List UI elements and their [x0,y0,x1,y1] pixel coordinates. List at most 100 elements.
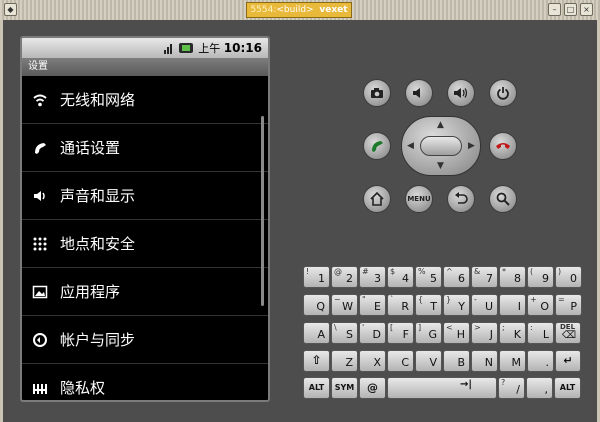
key-char: F [402,328,409,341]
camera-button[interactable] [363,79,391,107]
key-row2-6[interactable]: -U [471,294,498,316]
settings-item-accounts[interactable]: 帐户与同步 [22,316,268,364]
settings-item-apps[interactable]: 应用程序 [22,268,268,316]
key-row3-5[interactable]: < H [443,322,470,344]
key-row4-0[interactable]: Z [331,350,358,372]
key-char: J [489,328,493,341]
battery-icon [179,43,194,53]
key-char: 6 [458,272,465,285]
settings-item-call[interactable]: 通话设置 [22,124,268,172]
settings-item-label: 隐私权 [60,379,106,397]
key-char: . [545,356,550,369]
end-call-button[interactable] [489,132,517,160]
dpad-down-icon[interactable]: ▼ [437,161,444,171]
settings-item-privacy[interactable]: 隐私权 [22,364,268,400]
key-sym[interactable]: SYM [331,377,358,399]
backspace-icon: ⌫ [561,330,576,341]
window-titlebar: ◆ 5554:<build> vexet – □ × [0,0,600,20]
key-row1-0[interactable]: ! 1 [303,266,330,288]
key-row4-6[interactable]: M [499,350,526,372]
window-build: <build> [276,5,314,15]
settings-item-label: 声音和显示 [60,187,136,205]
key-alt-char: } [446,295,452,304]
key-alt-left[interactable]: ALT [303,377,330,399]
key-row4-5[interactable]: N [471,350,498,372]
key-row2-9[interactable]: = P [555,294,582,316]
bars-icon [30,378,50,398]
key-row1-5[interactable]: ^ 6 [443,266,470,288]
key-row1-3[interactable]: $4 [387,266,414,288]
key-char: S [346,328,353,341]
key-row3-3[interactable]: [F [387,322,414,344]
key-char: W [342,300,353,313]
key-char: P [570,300,577,313]
key-row2-7[interactable]: I [499,294,526,316]
back-button[interactable] [447,185,475,213]
window-port: 5554: [250,5,277,15]
key-row1-7[interactable]: * 8 [499,266,526,288]
key-row2-5[interactable]: } Y [443,294,470,316]
key-comma[interactable]: , [526,377,553,399]
dpad-center-button[interactable] [420,136,462,156]
key-enter[interactable]: ↵ [555,350,581,372]
power-button[interactable] [489,79,517,107]
key-slash[interactable]: ? / [498,377,525,399]
key-row1-1[interactable]: @2 [331,266,358,288]
key-row4-4[interactable]: B [443,350,470,372]
key-alt-char: \ [334,323,337,332]
key-row4-7[interactable]: . [527,350,554,372]
key-at-label: @ [367,381,378,394]
key-char: 4 [402,272,409,285]
key-row3-0[interactable]: A [303,322,330,344]
maximize-button[interactable]: □ [564,3,577,16]
key-row3-6[interactable]: > J [471,322,498,344]
minimize-button[interactable]: – [548,3,561,16]
phone-icon [30,138,50,158]
dpad-left-icon[interactable]: ◀ [407,141,414,151]
call-button[interactable] [363,132,391,160]
key-row2-1[interactable]: ~ W [331,294,358,316]
key-row4-3[interactable]: V [415,350,442,372]
key-row4-2[interactable]: C [387,350,414,372]
settings-item-location[interactable]: 地点和安全 [22,220,268,268]
key-qmark-label: ? [501,378,506,387]
key-row2-3[interactable]: ` R [387,294,414,316]
search-button[interactable] [489,185,517,213]
key-space[interactable]: →| [387,377,497,399]
settings-item-wireless[interactable]: 无线和网络 [22,76,268,124]
key-row3-7[interactable]: ; K [499,322,526,344]
key-row2-8[interactable]: + O [527,294,554,316]
key-row3-4[interactable]: ] G [415,322,442,344]
dpad-up-icon[interactable]: ▲ [437,120,444,130]
key-row3-1[interactable]: \ S [331,322,358,344]
key-row1-8[interactable]: (9 [527,266,554,288]
close-button[interactable]: × [580,3,593,16]
volume-down-button[interactable] [405,79,433,107]
key-row1-2[interactable]: #3 [359,266,386,288]
key-row3-2[interactable]: ' D [359,322,386,344]
settings-item-label: 无线和网络 [60,91,136,109]
key-row2-2[interactable]: " E [359,294,386,316]
list-scrollbar[interactable] [261,116,264,306]
home-button[interactable] [363,185,391,213]
settings-item-sound[interactable]: 声音和显示 [22,172,268,220]
key-delete[interactable]: DEL ⌫ [555,322,581,344]
dpad[interactable]: ▲ ▼ ◀ ▶ [401,116,481,176]
key-alt-char: ] [418,323,422,332]
window-menu-button[interactable]: ◆ [4,3,17,16]
key-at[interactable]: @ [359,377,386,399]
settings-item-label: 地点和安全 [60,235,136,253]
key-row4-1[interactable]: X [359,350,386,372]
menu-button[interactable]: MENU [405,185,433,213]
key-row1-4[interactable]: % 5 [415,266,442,288]
key-alt-right[interactable]: ALT [554,377,581,399]
key-row1-9[interactable]: ) 0 [555,266,582,288]
key-row1-6[interactable]: & 7 [471,266,498,288]
key-row2-4[interactable]: {T [415,294,442,316]
key-row3-8[interactable]: :L [527,322,554,344]
key-shift[interactable]: ⇧ [303,350,330,372]
volume-up-button[interactable] [447,79,475,107]
key-char: Y [458,300,465,313]
dpad-right-icon[interactable]: ▶ [468,141,475,151]
key-row2-0[interactable]: Q [303,294,330,316]
